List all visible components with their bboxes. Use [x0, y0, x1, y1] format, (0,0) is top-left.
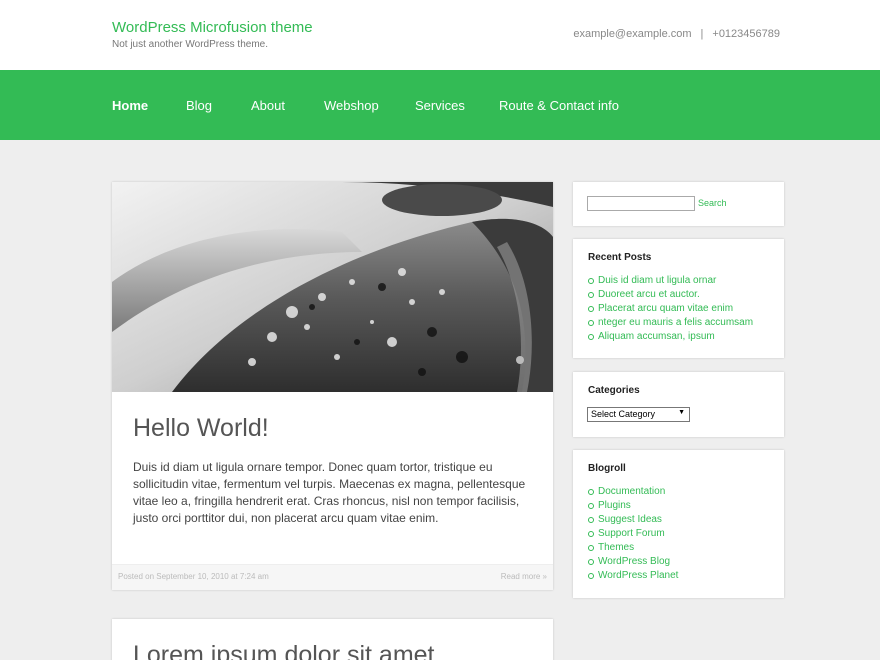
blogroll-link[interactable]: WordPress Planet	[588, 569, 678, 583]
nav-item-services[interactable]: Services	[415, 98, 465, 113]
blogroll-widget: Blogroll Documentation Plugins Suggest I…	[573, 450, 784, 598]
site-title-link[interactable]: WordPress Microfusion theme	[112, 19, 313, 36]
recent-post-link[interactable]: Duis id diam ut ligula ornar	[588, 274, 753, 288]
link-label: Suggest Ideas	[598, 514, 662, 525]
post-excerpt: Duis id diam ut ligula ornare tempor. Do…	[133, 460, 526, 525]
bullet-icon	[588, 545, 594, 551]
post-title[interactable]: Hello World!	[133, 414, 269, 443]
post-footer: Posted on September 10, 2010 at 7:24 am …	[112, 564, 553, 590]
bullet-icon	[588, 320, 594, 326]
post-featured-image[interactable]	[112, 182, 553, 392]
link-label: Plugins	[598, 500, 631, 511]
nav-item-route-contact[interactable]: Route & Contact info	[499, 98, 619, 113]
contact-phone[interactable]: +0123456789	[712, 28, 780, 40]
link-label: nteger eu mauris a felis accumsam	[598, 317, 754, 328]
blogroll-link[interactable]: WordPress Blog	[588, 555, 678, 569]
read-more-link[interactable]: Read more »	[501, 572, 547, 581]
recent-post-link[interactable]: Aliquam accumsan, ipsum	[588, 330, 753, 344]
featured-image-graphic	[112, 182, 553, 392]
post-card: Hello World! Duis id diam ut ligula orna…	[112, 182, 553, 590]
bullet-icon	[588, 531, 594, 537]
blogroll-link[interactable]: Themes	[588, 541, 678, 555]
widget-title: Blogroll	[588, 463, 626, 474]
main-navigation: Home Blog About Webshop Services Route &…	[0, 70, 880, 140]
bullet-icon	[588, 573, 594, 579]
nav-item-about[interactable]: About	[251, 98, 285, 113]
contact-separator: |	[700, 28, 704, 40]
link-label: Duoreet arcu et auctor.	[598, 289, 700, 300]
nav-item-webshop[interactable]: Webshop	[324, 98, 379, 113]
bullet-icon	[588, 489, 594, 495]
widget-title: Recent Posts	[588, 252, 652, 263]
blogroll-link[interactable]: Plugins	[588, 499, 678, 513]
search-widget: Search	[573, 182, 784, 226]
link-label: WordPress Blog	[598, 556, 671, 567]
bullet-icon	[588, 517, 594, 523]
nav-item-home[interactable]: Home	[112, 98, 148, 113]
post-card: Lorem ipsum dolor sit amet	[112, 619, 553, 660]
bullet-icon	[588, 306, 594, 312]
post-date: Posted on September 10, 2010 at 7:24 am	[118, 572, 269, 581]
link-label: Themes	[598, 542, 635, 553]
link-label: Duis id diam ut ligula ornar	[598, 275, 717, 286]
recent-post-link[interactable]: Duoreet arcu et auctor.	[588, 288, 753, 302]
recent-posts-widget: Recent Posts Duis id diam ut ligula orna…	[573, 239, 784, 358]
category-select[interactable]: Select Category ▼	[587, 407, 690, 422]
link-label: Documentation	[598, 486, 666, 497]
bullet-icon	[588, 278, 594, 284]
bullet-icon	[588, 559, 594, 565]
site-header: WordPress Microfusion theme Not just ano…	[0, 0, 880, 70]
recent-post-link[interactable]: nteger eu mauris a felis accumsam	[588, 316, 753, 330]
blogroll-link[interactable]: Support Forum	[588, 527, 678, 541]
site-description: Not just another WordPress theme.	[112, 39, 268, 50]
blogroll-link[interactable]: Documentation	[588, 485, 678, 499]
link-label: Support Forum	[598, 528, 665, 539]
nav-item-blog[interactable]: Blog	[186, 98, 212, 113]
category-select-value: Select Category	[591, 409, 656, 419]
widget-title: Categories	[588, 385, 640, 396]
chevron-down-icon: ▼	[678, 409, 685, 416]
search-input[interactable]	[587, 196, 695, 211]
bullet-icon	[588, 292, 594, 298]
recent-post-link[interactable]: Placerat arcu quam vitae enim	[588, 302, 753, 316]
bullet-icon	[588, 334, 594, 340]
link-label: Aliquam accumsan, ipsum	[598, 331, 715, 342]
categories-widget: Categories Select Category ▼	[573, 372, 784, 437]
contact-email[interactable]: example@example.com	[573, 28, 691, 40]
blogroll-list: Documentation Plugins Suggest Ideas Supp…	[588, 485, 678, 583]
search-button[interactable]: Search	[698, 198, 727, 208]
link-label: Placerat arcu quam vitae enim	[598, 303, 734, 314]
blogroll-link[interactable]: Suggest Ideas	[588, 513, 678, 527]
bullet-icon	[588, 503, 594, 509]
link-label: WordPress Planet	[598, 570, 679, 581]
contact-info: example@example.com | +0123456789	[573, 28, 780, 40]
recent-posts-list: Duis id diam ut ligula ornar Duoreet arc…	[588, 274, 753, 344]
post-title[interactable]: Lorem ipsum dolor sit amet	[133, 641, 435, 660]
